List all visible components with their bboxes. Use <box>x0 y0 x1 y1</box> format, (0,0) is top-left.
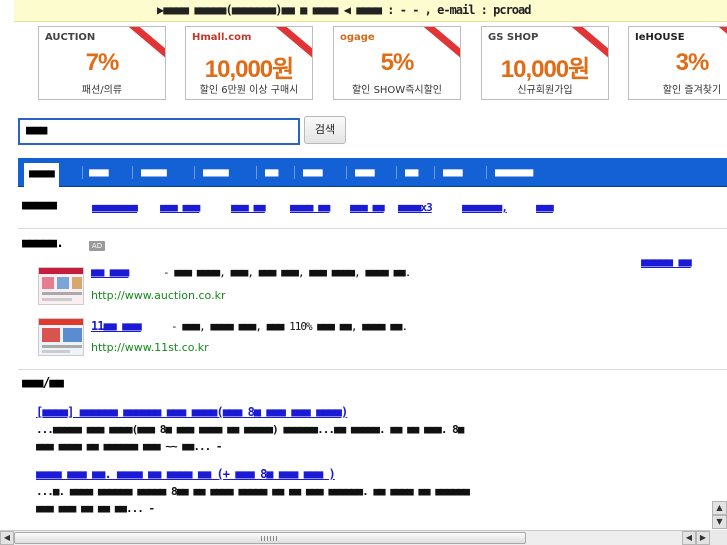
ad-brand: AUCTION <box>45 32 96 43</box>
ad-badge: AD <box>89 241 105 251</box>
sponsored-label: ■■■■■. <box>22 236 64 251</box>
tab-separator <box>194 166 195 179</box>
related-link[interactable]: ■■■ ■■ <box>350 201 385 214</box>
ad-banner-row: AUCTION 7% 패션/의류 Hmall.com 10,000원 할인 6만… <box>38 26 727 100</box>
ad-value: 10,000원 <box>500 56 591 83</box>
scroll-grip-icon <box>261 536 279 541</box>
news-desc: ...■■■■■ ■■■ ■■■■(■■■ 8■ ■■■ ■■■■ ■■ ■■■… <box>36 423 464 436</box>
sponsored-desc: - ■■■, ■■■■ ■■■, ■■■ 110% ■■■ ■■, ■■■■ ■… <box>171 320 408 333</box>
ad-brand: IeHOUSE <box>635 32 685 43</box>
ad-caption: 신규회원가입 <box>517 85 573 96</box>
ad-value: 10,000원 <box>204 56 295 83</box>
ad-banner-ogage[interactable]: ogage 5% 할인 SHOW즉시할인 <box>333 26 461 100</box>
tab-separator <box>82 166 83 179</box>
ad-banner-gsshop[interactable]: GS SHOP 10,000원 신규회원가입 <box>481 26 609 100</box>
sponsored-url[interactable]: http://www.auction.co.kr <box>91 289 225 302</box>
tab-4[interactable]: ■■ <box>260 162 282 183</box>
ad-brand: ogage <box>340 32 375 43</box>
tab-separator <box>486 166 487 179</box>
ad-value: 5% <box>380 49 415 76</box>
related-link[interactable]: ■■■■■■■, <box>462 201 508 214</box>
tab-7[interactable]: ■■ <box>400 162 422 183</box>
tab-separator <box>434 166 435 179</box>
sponsored-url[interactable]: http://www.11st.co.kr <box>91 341 209 354</box>
scrollbar-corner <box>710 530 727 545</box>
tab-2[interactable]: ■■■■ <box>136 162 171 183</box>
sponsored-title[interactable]: ■■ ■■■ <box>91 265 129 279</box>
related-link[interactable]: ■■■ ■■ <box>231 201 266 214</box>
divider <box>18 369 727 370</box>
related-link[interactable]: ■■■ <box>536 201 554 214</box>
related-link[interactable]: ■■■■ ■■ <box>290 201 330 214</box>
scrollbar-thumb[interactable] <box>14 532 526 544</box>
tab-3[interactable]: ■■■■ <box>198 162 233 183</box>
search-button[interactable]: 검색 <box>304 116 346 144</box>
top-notice-banner: ▶■■■■ ■■■■■(■■■■■■■)■■ ■ ■■■■ ◀ ■■■■ : -… <box>14 0 727 22</box>
vertical-scrollbar[interactable]: ▲ ▼ <box>712 0 727 530</box>
search-input[interactable]: ■■■ <box>18 118 300 145</box>
browser-page: ▶■■■■ ■■■■■(■■■■■■■)■■ ■ ■■■■ ◀ ■■■■ : -… <box>0 0 727 545</box>
sponsored-title[interactable]: 11■■ ■■■ <box>91 319 142 333</box>
ad-caption: 할인 SHOW즉시할인 <box>351 85 442 96</box>
scroll-down-arrow-icon[interactable]: ▼ <box>712 515 727 529</box>
news-desc: ■■■ ■■■ ■■ ■■ ■■... - <box>36 502 155 515</box>
tab-separator <box>396 166 397 179</box>
horizontal-scrollbar[interactable]: ◀ ◀ ▶ <box>0 530 710 545</box>
scroll-left-arrow-icon[interactable]: ◀ <box>682 531 696 545</box>
tab-5[interactable]: ■■■ <box>298 162 327 183</box>
divider <box>18 228 727 229</box>
ad-brand: Hmall.com <box>192 32 252 43</box>
top-notice-text: ▶■■■■ ■■■■■(■■■■■■■)■■ ■ ■■■■ ◀ ■■■■ : -… <box>157 3 531 17</box>
tab-0[interactable]: ■■■■ <box>24 163 59 187</box>
news-desc: ...■. ■■■■ ■■■■■■ ■■■■■ 8■■ ■■ ■■■■ ■■■■… <box>36 485 470 498</box>
related-link[interactable]: ■■■ ■■■ <box>160 201 200 214</box>
sponsored-thumbnail[interactable] <box>38 267 84 305</box>
sponsored-more-link[interactable]: ■■■■■ ■■ <box>641 255 692 269</box>
news-title[interactable]: ■■■■ ■■■ ■■. ■■■■ ■■ ■■■■ ■■ (+ ■■■ 8■ ■… <box>36 467 336 481</box>
tab-6[interactable]: ■■■ <box>350 162 379 183</box>
tab-1[interactable]: ■■■ <box>84 162 113 183</box>
tab-separator <box>346 166 347 179</box>
news-title[interactable]: [■■■■] ■■■■■■ ■■■■■■ ■■■ ■■■■(■■■ 8■ ■■■… <box>36 405 348 419</box>
ad-caption: 할인 6만원 이상 구매시 <box>199 85 299 96</box>
news-desc: ■■■ ■■■■ ■■ ■■■■■■ ■■■ ~~ ■■... - <box>36 440 223 453</box>
tab-separator <box>132 166 133 179</box>
tab-separator <box>256 166 257 179</box>
ad-banner-auction[interactable]: AUCTION 7% 패션/의류 <box>38 26 166 100</box>
tab-separator <box>294 166 295 179</box>
category-tab-bar: ■■■■ ■■■ ■■■■ ■■■■ ■■ ■■■ ■■■ ■■ ■■■ ■■■… <box>18 158 727 187</box>
ad-brand: GS SHOP <box>488 32 539 43</box>
sponsored-desc: - ■■■ ■■■■, ■■■, ■■■ ■■■, ■■■ ■■■■, ■■■■… <box>163 266 411 279</box>
tab-8[interactable]: ■■■ <box>438 162 467 183</box>
sponsored-thumbnail[interactable] <box>38 318 84 356</box>
ad-caption: 패션/의류 <box>81 85 123 96</box>
related-link[interactable]: ■■■■x3 <box>398 201 433 214</box>
scroll-right-arrow-icon[interactable]: ▶ <box>696 531 710 545</box>
related-link[interactable]: ■■■■■■■■ <box>92 201 138 214</box>
news-label: ■■■/■■ <box>22 376 64 391</box>
tab-9[interactable]: ■■■■■■ <box>490 162 537 183</box>
ad-banner-hmall[interactable]: Hmall.com 10,000원 할인 6만원 이상 구매시 <box>185 26 313 100</box>
scroll-up-arrow-icon[interactable]: ▲ <box>712 501 727 515</box>
scroll-left-arrow-icon[interactable]: ◀ <box>0 531 14 545</box>
ad-value: 7% <box>85 49 120 76</box>
related-search-label: ■■■■■ <box>22 198 57 213</box>
